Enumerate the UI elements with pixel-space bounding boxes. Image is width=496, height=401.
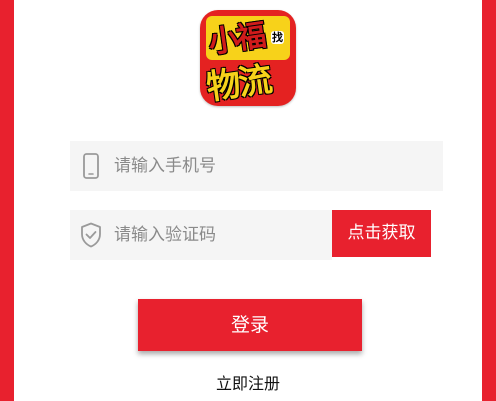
logo-text-line2: 物流 bbox=[204, 59, 273, 106]
code-field bbox=[70, 210, 332, 260]
app-logo: 小福 找 物流 bbox=[200, 10, 296, 106]
phone-field bbox=[70, 141, 443, 191]
shield-check-icon bbox=[81, 222, 101, 248]
phone-icon bbox=[83, 153, 99, 179]
get-code-button[interactable]: 点击获取 bbox=[332, 210, 431, 257]
code-input[interactable] bbox=[114, 210, 314, 260]
register-link[interactable]: 立即注册 bbox=[200, 372, 296, 396]
logo-badge: 找 bbox=[271, 31, 284, 44]
login-button[interactable]: 登录 bbox=[138, 299, 362, 351]
login-panel: 小福 找 物流 点击获取 登录 立即注册 bbox=[14, 0, 482, 401]
phone-input[interactable] bbox=[114, 141, 314, 191]
